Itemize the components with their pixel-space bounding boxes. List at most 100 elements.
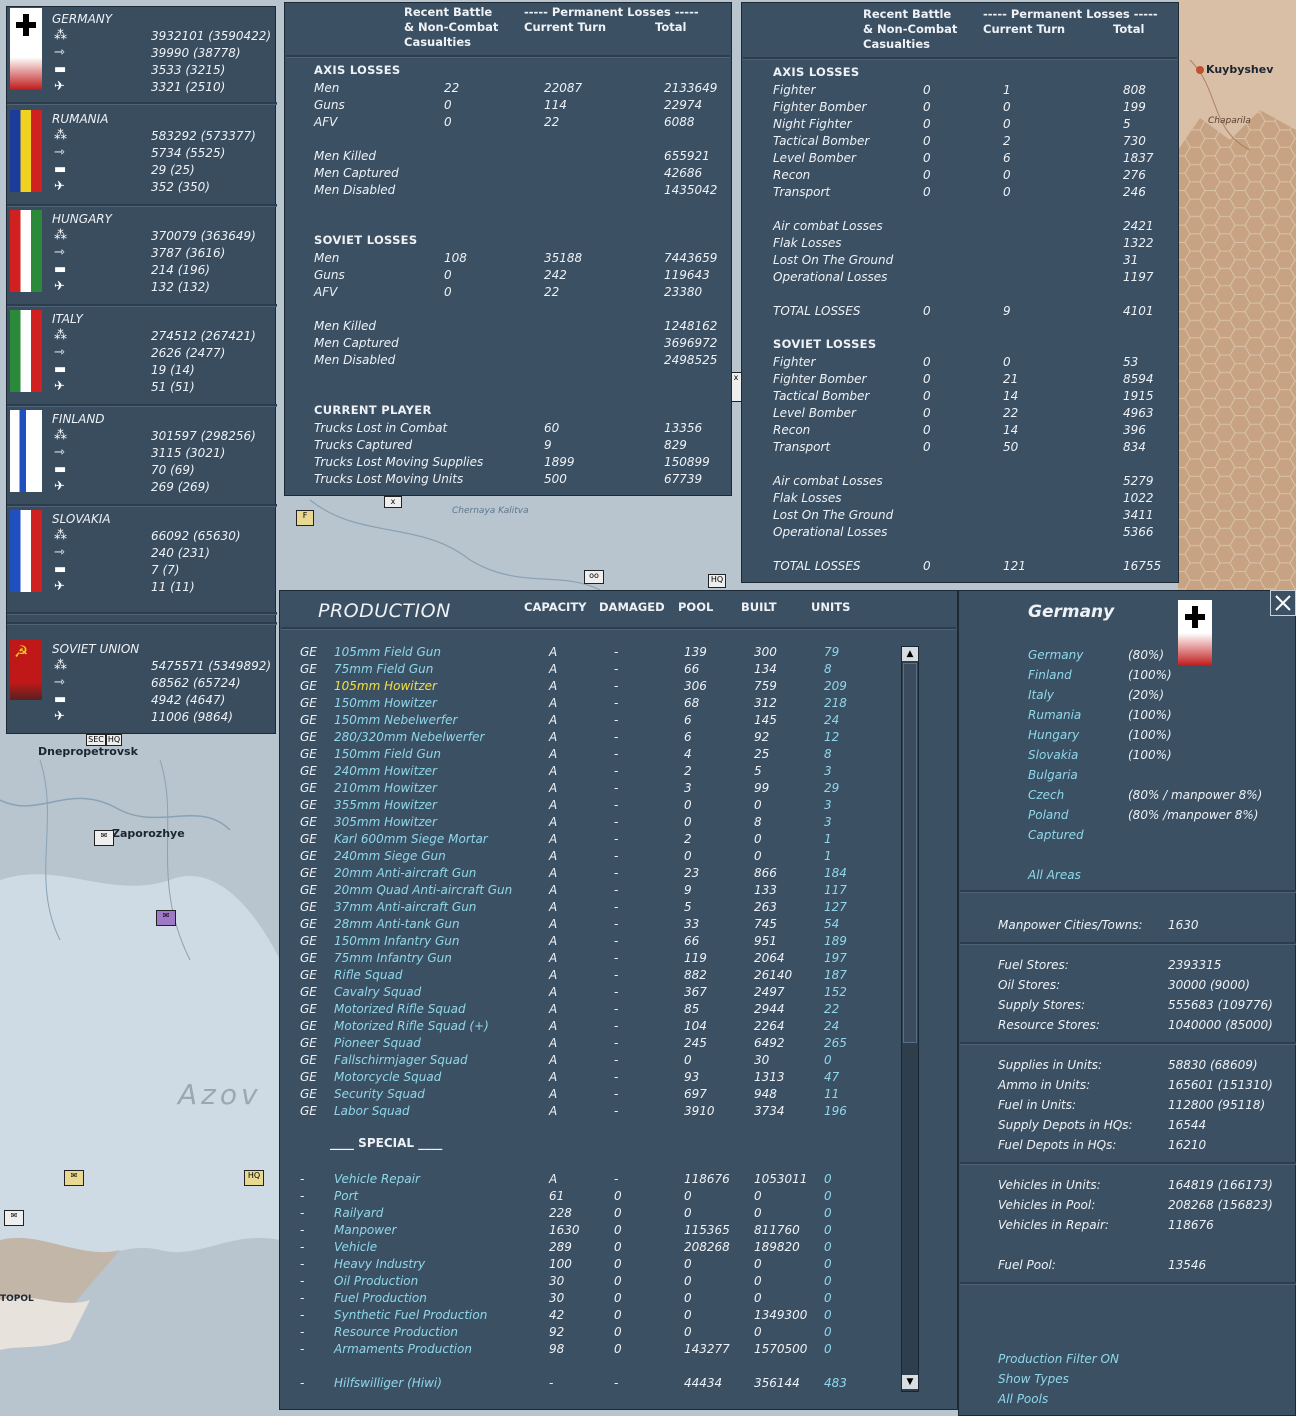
prod-item-name[interactable]: Motorized Rifle Squad (+) xyxy=(334,1019,489,1034)
scroll-down-button[interactable]: ▼ xyxy=(902,1375,918,1389)
sidebar-area-link[interactable]: Germany xyxy=(1028,648,1083,663)
prod-item-name[interactable]: 75mm Infantry Gun xyxy=(334,951,452,966)
map-unit-counter[interactable]: ✉ xyxy=(94,830,114,846)
prod-item-name[interactable]: 105mm Field Gun xyxy=(334,645,441,660)
prod-nation: - xyxy=(300,1291,305,1305)
prod-item-name[interactable]: Cavalry Squad xyxy=(334,985,421,1000)
production-filter-link[interactable]: Production Filter ON xyxy=(998,1352,1119,1367)
prod-item-name[interactable]: 75mm Field Gun xyxy=(334,662,433,677)
prod-built: 145 xyxy=(754,713,777,727)
sidebar-area-link[interactable]: Italy xyxy=(1028,688,1054,703)
prod-item-name[interactable]: Railyard xyxy=(334,1206,383,1221)
map-unit-counter[interactable]: ✉ xyxy=(156,910,176,926)
map-unit-counter[interactable]: ✉ xyxy=(4,1210,24,1226)
prod-item-name[interactable]: Pioneer Squad xyxy=(334,1036,421,1051)
column-header-damaged[interactable]: DAMAGED xyxy=(599,600,665,615)
prod-item-name[interactable]: 150mm Field Gun xyxy=(334,747,441,762)
current-turn-header: Current Turn xyxy=(524,20,607,34)
column-header-units[interactable]: UNITS xyxy=(811,600,850,615)
prod-item-name[interactable]: Resource Production xyxy=(334,1325,458,1340)
prod-item-name[interactable]: Motorized Rifle Squad xyxy=(334,1002,466,1017)
sidebar-area-link[interactable]: Slovakia xyxy=(1028,748,1078,763)
prod-item-name[interactable]: Labor Squad xyxy=(334,1104,410,1119)
prod-item-name[interactable]: Fuel Production xyxy=(334,1291,427,1306)
prod-units: 1 xyxy=(824,849,832,863)
air-row-current: 1 xyxy=(1003,83,1011,97)
prod-item-name[interactable]: Heavy Industry xyxy=(334,1257,425,1272)
sidebar-area-link[interactable]: Czech xyxy=(1028,788,1064,803)
prod-nation: - xyxy=(300,1223,305,1237)
prod-item-name[interactable]: 240mm Howitzer xyxy=(334,764,437,779)
prod-item-name[interactable]: Vehicle Repair xyxy=(334,1172,420,1187)
sidebar-area-link[interactable]: Finland xyxy=(1028,668,1072,683)
map-unit-counter[interactable]: ✉ xyxy=(64,1170,84,1186)
prod-item-name[interactable]: Motorcycle Squad xyxy=(334,1070,441,1085)
map-unit-counter[interactable]: F xyxy=(296,510,314,526)
sidebar-area-link[interactable]: Rumania xyxy=(1028,708,1081,723)
column-header-built[interactable]: BUILT xyxy=(741,600,777,615)
stat-label: Supplies in Units: xyxy=(998,1058,1103,1072)
sidebar-area-link[interactable]: Captured xyxy=(1028,828,1084,843)
prod-item-name[interactable]: 280/320mm Nebelwerfer xyxy=(334,730,484,745)
prod-item-name[interactable]: Security Squad xyxy=(334,1087,425,1102)
prod-item-name[interactable]: 150mm Infantry Gun xyxy=(334,934,460,949)
prod-nation: GE xyxy=(300,951,317,965)
map-unit-counter[interactable]: HQ xyxy=(708,574,726,588)
all-areas-link[interactable]: All Areas xyxy=(1028,868,1081,883)
prod-item-name[interactable]: Hilfswilliger (Hiwi) xyxy=(334,1376,442,1391)
prod-item-name[interactable]: 105mm Howitzer xyxy=(334,679,437,694)
prod-item-name[interactable]: Synthetic Fuel Production xyxy=(334,1308,487,1323)
prod-item-name[interactable]: 28mm Anti-tank Gun xyxy=(334,917,460,932)
map-unit-counter[interactable]: x xyxy=(384,496,402,508)
map-label-kuybyshev: Kuybyshev xyxy=(1206,63,1274,76)
recent-casualties-header: Recent Battle xyxy=(404,5,493,19)
prod-damaged: - xyxy=(614,900,619,914)
aircraft-icon: ✈ xyxy=(54,179,65,194)
prod-item-name[interactable]: 37mm Anti-aircraft Gun xyxy=(334,900,476,915)
prod-capacity: A xyxy=(549,917,558,931)
prod-item-name[interactable]: Karl 600mm Siege Mortar xyxy=(334,832,488,847)
all-pools-link[interactable]: All Pools xyxy=(998,1392,1048,1407)
loss-row-label: Guns xyxy=(314,98,345,112)
nations-panel xyxy=(6,6,277,734)
sidebar-area-link[interactable]: Poland xyxy=(1028,808,1069,823)
prod-item-name[interactable]: 305mm Howitzer xyxy=(334,815,437,830)
close-button[interactable] xyxy=(1270,590,1296,616)
prod-built: 263 xyxy=(754,900,777,914)
prod-item-name[interactable]: 20mm Anti-aircraft Gun xyxy=(334,866,476,881)
air-total-current: 121 xyxy=(1003,559,1026,573)
prod-item-name[interactable]: Port xyxy=(334,1189,358,1204)
column-header-pool[interactable]: POOL xyxy=(678,600,713,615)
prod-item-name[interactable]: 355mm Howitzer xyxy=(334,798,437,813)
prod-item-name[interactable]: 150mm Howitzer xyxy=(334,696,437,711)
scroll-thumb[interactable] xyxy=(903,663,917,1043)
prod-pool: 367 xyxy=(684,985,707,999)
prod-item-name[interactable]: 210mm Howitzer xyxy=(334,781,437,796)
sidebar-area-link[interactable]: Hungary xyxy=(1028,728,1079,743)
prod-pool: 143277 xyxy=(684,1342,730,1356)
sidebar-area-link[interactable]: Bulgaria xyxy=(1028,768,1078,783)
prod-item-name[interactable]: Fallschirmjager Squad xyxy=(334,1053,468,1068)
air-row-recent: 0 xyxy=(923,423,931,437)
production-scrollbar[interactable]: ▲ ▼ xyxy=(901,646,919,1392)
map-unit-counter[interactable]: oo xyxy=(584,570,604,584)
scroll-up-button[interactable]: ▲ xyxy=(902,647,918,661)
prod-item-name[interactable]: 20mm Quad Anti-aircraft Gun xyxy=(334,883,512,898)
prod-item-name[interactable]: Oil Production xyxy=(334,1274,418,1289)
air-total-label: TOTAL LOSSES xyxy=(773,304,861,318)
map-unit-counter[interactable]: SEC xyxy=(86,734,106,746)
show-types-link[interactable]: Show Types xyxy=(998,1372,1069,1387)
column-header-capacity[interactable]: CAPACITY xyxy=(524,600,587,615)
prod-item-name[interactable]: Rifle Squad xyxy=(334,968,402,983)
air-row-current: 14 xyxy=(1003,389,1019,403)
prod-item-name[interactable]: Vehicle xyxy=(334,1240,377,1255)
prod-item-name[interactable]: Manpower xyxy=(334,1223,396,1238)
air-row-total: 31 xyxy=(1123,253,1139,267)
map-unit-counter[interactable]: HQ xyxy=(106,734,122,746)
map-unit-counter[interactable]: HQ xyxy=(244,1170,264,1186)
prod-damaged: - xyxy=(614,968,619,982)
prod-item-name[interactable]: 150mm Nebelwerfer xyxy=(334,713,457,728)
prod-built: 811760 xyxy=(754,1223,800,1237)
prod-item-name[interactable]: 240mm Siege Gun xyxy=(334,849,446,864)
prod-item-name[interactable]: Armaments Production xyxy=(334,1342,472,1357)
